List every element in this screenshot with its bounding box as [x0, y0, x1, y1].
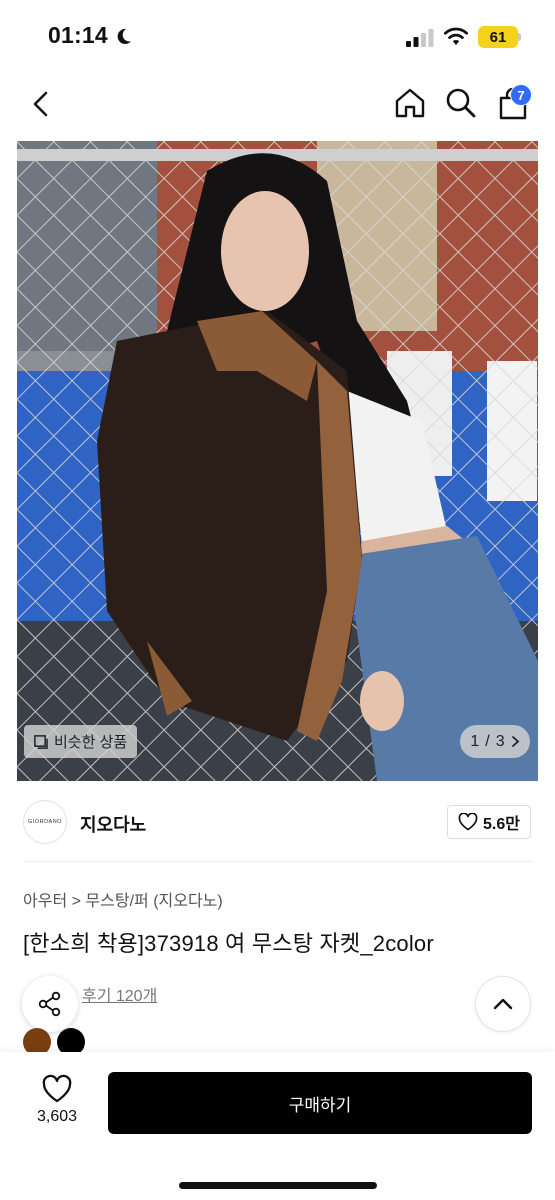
chevron-up-icon	[493, 998, 513, 1010]
cart-badge: 7	[510, 84, 532, 106]
battery-indicator: 61	[478, 26, 518, 48]
brand-logo[interactable]: GIORDANO	[23, 800, 67, 844]
heart-icon[interactable]	[41, 1074, 73, 1104]
product-photo-illustration	[17, 141, 538, 781]
gallery-page-counter[interactable]: 1 / 3	[460, 725, 530, 758]
buy-button[interactable]: 구매하기	[108, 1072, 532, 1134]
battery-cap	[518, 33, 521, 41]
breadcrumb-item[interactable]: 아우터	[23, 893, 67, 910]
scroll-top-button[interactable]	[475, 976, 531, 1032]
review-link[interactable]: 후기 120개	[82, 982, 157, 1006]
breadcrumb-item[interactable]: 무스탕/퍼 (지오다노)	[85, 893, 222, 910]
gallery-page-separator: /	[485, 732, 490, 750]
brand-like-count: 5.6만	[483, 816, 520, 833]
brand-name[interactable]: 지오다노	[80, 811, 146, 837]
gallery-page-current: 1	[470, 732, 480, 750]
heart-icon	[458, 813, 478, 831]
divider	[23, 861, 532, 862]
breadcrumb: 아우터 > 무스탕/퍼 (지오다노)	[23, 887, 223, 911]
moon-icon	[117, 28, 132, 45]
share-icon	[38, 991, 61, 1017]
signal-icon	[406, 29, 434, 47]
copy-icon	[34, 735, 48, 749]
gallery-page-total: 3	[495, 732, 505, 750]
product-title: [한소희 착용]373918 여 무스탕 자켓_2color	[23, 931, 434, 956]
share-button[interactable]	[22, 976, 78, 1032]
product-photo[interactable]	[17, 141, 538, 781]
home-indicator	[179, 1182, 377, 1189]
chevron-right-icon	[511, 736, 519, 747]
similar-products-label: 비슷한 상품	[54, 734, 128, 751]
nav-bar	[0, 76, 555, 134]
status-bar: 01:14 61	[0, 0, 555, 70]
home-icon[interactable]	[393, 86, 427, 120]
wifi-icon	[444, 27, 468, 45]
similar-products-button[interactable]: 비슷한 상품	[24, 725, 138, 758]
wish-count: 3,603	[36, 1108, 78, 1125]
breadcrumb-separator: >	[71, 893, 81, 910]
brand-like-button[interactable]: 5.6만	[447, 805, 531, 839]
chevron-left-icon[interactable]	[26, 88, 56, 120]
search-icon[interactable]	[444, 86, 478, 120]
status-time: 01:14	[48, 22, 108, 48]
